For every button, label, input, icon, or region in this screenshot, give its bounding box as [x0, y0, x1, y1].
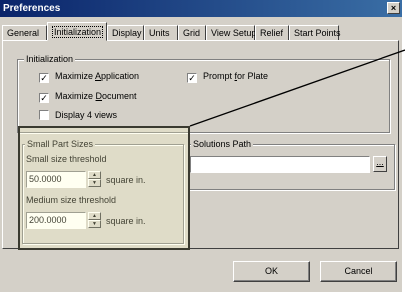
tab-grid[interactable]: Grid: [178, 25, 206, 40]
checkbox-box[interactable]: ✓: [39, 73, 49, 83]
check-icon: ✓: [40, 93, 48, 103]
tab-label: View Setup: [211, 28, 257, 38]
tab-general[interactable]: General: [2, 25, 47, 40]
tab-view-setup[interactable]: View Setup: [206, 25, 257, 40]
maximize-application-checkbox[interactable]: ✓ Maximize Application: [39, 70, 140, 83]
checkbox-label-rest: pplication: [101, 71, 140, 81]
checkbox-label-rest: or Plate: [237, 71, 269, 81]
checkbox-label: Maximize: [55, 91, 96, 101]
prompt-for-plate-checkbox[interactable]: ✓ Prompt for Plate: [187, 70, 269, 83]
browse-button[interactable]: ...: [373, 156, 387, 172]
checkbox-label-rest: ocument: [102, 91, 137, 101]
tab-relief[interactable]: Relief: [255, 25, 289, 40]
solutions-path-input[interactable]: [190, 156, 370, 173]
tab-label: Start Points: [294, 28, 341, 38]
ok-button[interactable]: OK: [233, 261, 310, 282]
tab-initialization[interactable]: Initialization: [47, 22, 107, 41]
tab-label: Display: [112, 28, 142, 38]
tab-label: Initialization: [52, 26, 104, 38]
checkbox-label: Display 4 views: [55, 110, 118, 120]
solutions-path-group-label: Solutions Path: [191, 139, 254, 150]
checkbox-box[interactable]: [39, 110, 49, 120]
close-button[interactable]: ×: [387, 2, 400, 14]
window-title: Preferences: [3, 3, 61, 14]
maximize-document-checkbox[interactable]: ✓ Maximize Document: [39, 90, 137, 103]
tab-display[interactable]: Display: [107, 25, 144, 40]
tab-label: Grid: [183, 28, 201, 38]
check-icon: ✓: [188, 73, 196, 83]
tab-units[interactable]: Units: [144, 25, 178, 40]
checkbox-box[interactable]: ✓: [39, 93, 49, 103]
checkbox-box[interactable]: ✓: [187, 73, 197, 83]
tab-label: General: [7, 28, 40, 38]
cancel-button[interactable]: Cancel: [320, 261, 397, 282]
preferences-dialog: Preferences × General Initialization Dis…: [0, 0, 402, 292]
display-4-views-checkbox[interactable]: Display 4 views: [39, 109, 117, 121]
initialization-group-label: Initialization: [24, 54, 76, 65]
checkbox-label: Maximize: [55, 71, 96, 81]
checkbox-label: Prompt: [203, 71, 235, 81]
tab-label: Units: [149, 28, 170, 38]
tab-label: Relief: [260, 28, 284, 38]
check-icon: ✓: [40, 73, 48, 83]
title-bar: Preferences ×: [0, 0, 402, 17]
highlight-callout-box: [18, 126, 190, 250]
tab-start-points[interactable]: Start Points: [289, 25, 341, 40]
